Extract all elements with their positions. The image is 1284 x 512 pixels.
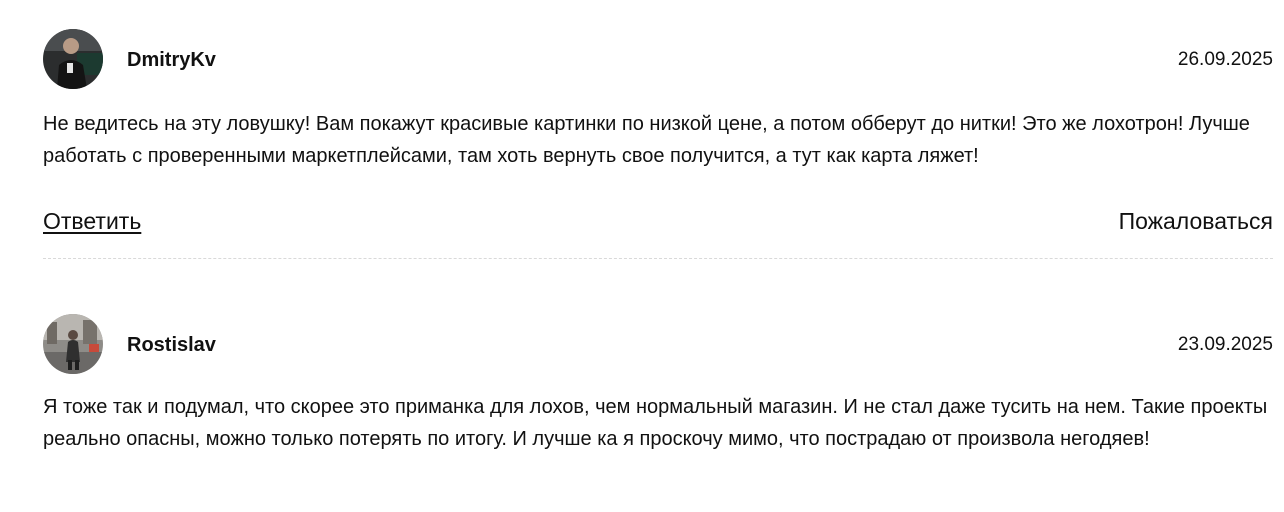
avatar [43, 314, 103, 374]
avatar [43, 29, 103, 89]
comment-item: DmitryKv 26.09.2025 Не ведитесь на эту л… [43, 29, 1273, 240]
reply-link[interactable]: Ответить [43, 206, 141, 236]
comment-date: 26.09.2025 [1177, 49, 1273, 70]
comment-header: Rostislav 23.09.2025 [43, 314, 1273, 374]
comment-actions: Ответить Пожаловаться [43, 206, 1273, 240]
comment-date: 23.09.2025 [1177, 334, 1273, 355]
comment-text: Не ведитесь на эту ловушку! Вам покажут … [43, 113, 1250, 167]
user-photo-icon [43, 314, 103, 374]
comment-text: Я тоже так и подумал, что скорее это при… [43, 396, 1268, 450]
comment-author: DmitryKv [127, 49, 216, 71]
user-photo-icon [43, 29, 103, 89]
comment-divider [43, 258, 1273, 259]
report-link[interactable]: Пожаловаться [1119, 206, 1273, 236]
comment-header: DmitryKv 26.09.2025 [43, 29, 1273, 89]
comment-author: Rostislav [127, 334, 216, 356]
comment-item: Rostislav 23.09.2025 Я тоже так и подума… [43, 314, 1273, 455]
